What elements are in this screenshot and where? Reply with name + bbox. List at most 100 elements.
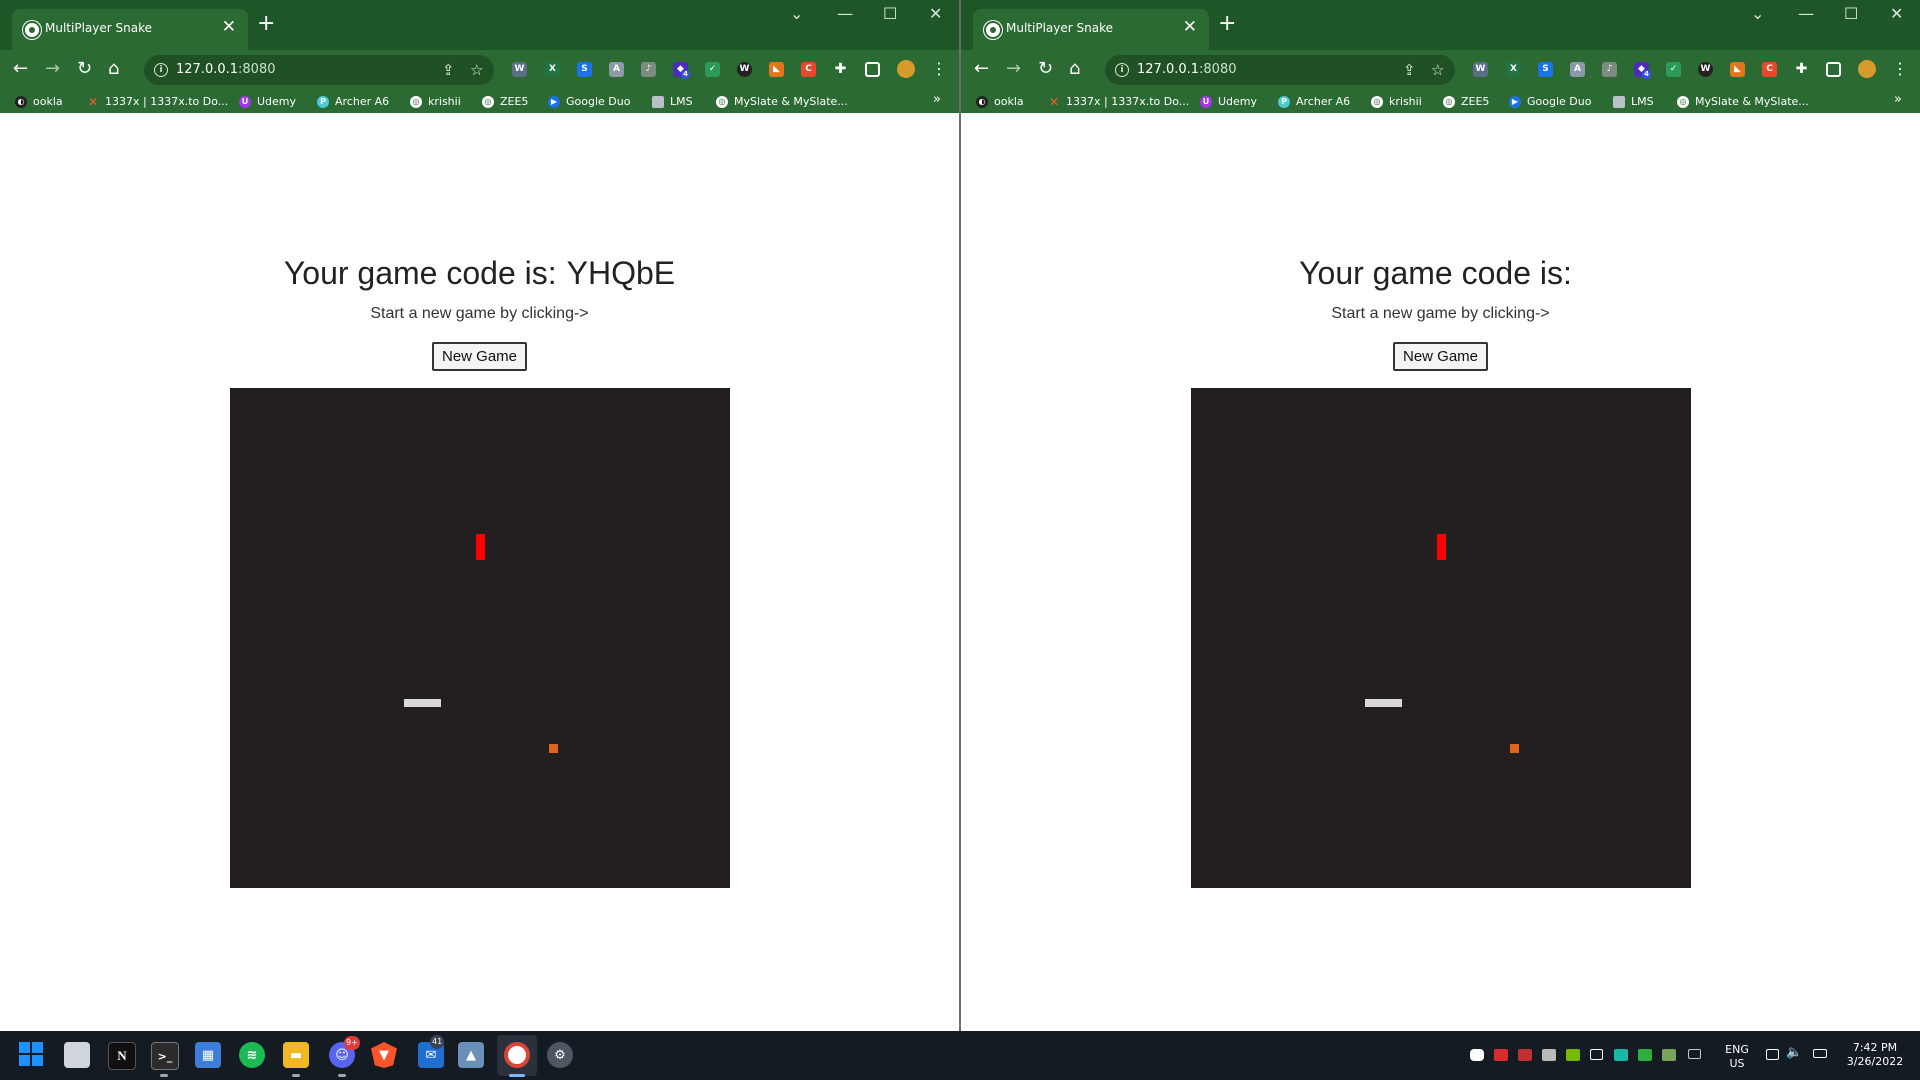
- extension-icon-4[interactable]: A: [609, 62, 624, 77]
- reload-button[interactable]: ↻: [77, 58, 92, 80]
- bookmark-archer-a6[interactable]: P Archer A6: [317, 90, 389, 113]
- terminal-icon[interactable]: >_: [151, 1042, 179, 1070]
- extension-icon-2[interactable]: X: [545, 62, 560, 77]
- tray-icon-7[interactable]: [1614, 1049, 1628, 1061]
- side-panel-icon[interactable]: [1826, 62, 1841, 77]
- photos-icon[interactable]: ▲: [458, 1042, 484, 1068]
- bookmark-krishii[interactable]: ◎ krishii: [410, 90, 461, 113]
- battery-icon[interactable]: [1813, 1049, 1827, 1058]
- site-info-icon[interactable]: i: [1115, 63, 1129, 77]
- game-canvas[interactable]: [1191, 388, 1691, 888]
- bookmark-myslate[interactable]: ◎ MySlate & MySlate...: [716, 90, 848, 113]
- minimize-button[interactable]: —: [837, 4, 853, 24]
- file-explorer-icon[interactable]: ▬: [283, 1042, 309, 1068]
- extension-icon-1[interactable]: W: [1473, 62, 1488, 77]
- discord-tray-icon[interactable]: [1470, 1049, 1484, 1061]
- reload-button[interactable]: ↻: [1038, 58, 1053, 80]
- home-button[interactable]: ⌂: [108, 58, 119, 80]
- bookmark-zee5[interactable]: ◎ ZEE5: [1443, 90, 1489, 113]
- new-game-button[interactable]: New Game: [1393, 342, 1488, 371]
- share-icon[interactable]: ⇪: [1403, 61, 1416, 79]
- task-view-icon[interactable]: [64, 1042, 90, 1068]
- puzzle-icon[interactable]: ✚: [1794, 62, 1809, 77]
- minimize-button[interactable]: —: [1798, 4, 1814, 24]
- maximize-button[interactable]: ☐: [883, 4, 897, 24]
- tab-search-chevron-icon[interactable]: ⌄: [1751, 4, 1764, 24]
- bookmark-udemy[interactable]: U Udemy: [1200, 90, 1257, 113]
- bookmark-krishii[interactable]: ◎ krishii: [1371, 90, 1422, 113]
- extension-icon-3[interactable]: S: [1538, 62, 1553, 77]
- microphone-icon[interactable]: ♪: [641, 62, 656, 77]
- more-bookmarks-icon[interactable]: »: [1894, 92, 1902, 107]
- extension-icon-6[interactable]: ◆ 4: [1634, 62, 1651, 79]
- nvidia-tray-icon[interactable]: [1566, 1049, 1580, 1061]
- forward-button[interactable]: →: [1006, 58, 1021, 80]
- bookmark-star-icon[interactable]: ☆: [470, 61, 483, 79]
- new-game-button[interactable]: New Game: [432, 342, 527, 371]
- extension-icon-1[interactable]: W: [512, 62, 527, 77]
- brave-icon[interactable]: ▼: [371, 1042, 397, 1068]
- menu-icon[interactable]: ⋮: [1892, 58, 1908, 80]
- profile-avatar[interactable]: [897, 60, 915, 78]
- tray-icon-6[interactable]: [1590, 1049, 1603, 1060]
- fox-icon[interactable]: ◣: [1730, 62, 1745, 77]
- tray-icon-8[interactable]: [1638, 1049, 1652, 1061]
- share-icon[interactable]: ⇪: [442, 61, 455, 79]
- bookmark-udemy[interactable]: U Udemy: [239, 90, 296, 113]
- bookmark-myslate[interactable]: ◎ MySlate & MySlate...: [1677, 90, 1809, 113]
- back-button[interactable]: ←: [974, 58, 989, 80]
- more-bookmarks-icon[interactable]: »: [933, 92, 941, 107]
- extension-icon-10[interactable]: C: [801, 62, 816, 77]
- antivirus-tray-icon[interactable]: [1494, 1049, 1508, 1061]
- tray-icon-9[interactable]: [1662, 1049, 1676, 1061]
- extension-icon-10[interactable]: C: [1762, 62, 1777, 77]
- bookmark-google-duo[interactable]: ▶ Google Duo: [548, 90, 630, 113]
- extension-icon-8[interactable]: W: [1698, 62, 1713, 77]
- tab-close-icon[interactable]: ✕: [1183, 17, 1197, 37]
- bookmark-archer-a6[interactable]: P Archer A6: [1278, 90, 1350, 113]
- tray-icon-4[interactable]: [1542, 1049, 1556, 1061]
- tab-multiplayer-snake[interactable]: MultiPlayer Snake ✕: [973, 9, 1209, 50]
- extension-icon-2[interactable]: X: [1506, 62, 1521, 77]
- chrome-icon[interactable]: [504, 1042, 530, 1068]
- bookmark-star-icon[interactable]: ☆: [1431, 61, 1444, 79]
- forward-button[interactable]: →: [45, 58, 60, 80]
- tab-close-icon[interactable]: ✕: [222, 17, 236, 37]
- bookmark-ookla[interactable]: ◐ ookla: [15, 90, 63, 113]
- puzzle-icon[interactable]: ✚: [833, 62, 848, 77]
- profile-avatar[interactable]: [1858, 60, 1876, 78]
- extension-icon-3[interactable]: S: [577, 62, 592, 77]
- extension-icon-8[interactable]: W: [737, 62, 752, 77]
- shield-icon[interactable]: ✓: [705, 62, 720, 77]
- maximize-button[interactable]: ☐: [1844, 4, 1858, 24]
- new-tab-button[interactable]: +: [1218, 12, 1236, 36]
- tab-search-chevron-icon[interactable]: ⌄: [790, 4, 803, 24]
- extension-icon-4[interactable]: A: [1570, 62, 1585, 77]
- bookmark-zee5[interactable]: ◎ ZEE5: [482, 90, 528, 113]
- start-windows-icon[interactable]: [19, 1042, 43, 1066]
- address-bar[interactable]: i 127.0.0.1:8080 ⇪ ☆: [144, 55, 494, 85]
- address-bar[interactable]: i 127.0.0.1:8080 ⇪ ☆: [1105, 55, 1455, 85]
- site-info-icon[interactable]: i: [154, 63, 168, 77]
- tray-icon-3[interactable]: [1518, 1049, 1532, 1061]
- store-icon[interactable]: ▦: [195, 1042, 221, 1068]
- spotify-icon[interactable]: ≋: [239, 1042, 265, 1068]
- bookmark-lms[interactable]: LMS: [1613, 90, 1654, 113]
- bookmark-lms[interactable]: LMS: [652, 90, 693, 113]
- language-indicator[interactable]: ENG US: [1722, 1043, 1752, 1071]
- network-icon[interactable]: [1766, 1049, 1779, 1060]
- game-canvas[interactable]: [230, 388, 730, 888]
- tab-multiplayer-snake[interactable]: MultiPlayer Snake ✕: [12, 9, 248, 50]
- microphone-icon[interactable]: ♪: [1602, 62, 1617, 77]
- close-window-button[interactable]: ✕: [929, 4, 942, 24]
- bookmark-1337x[interactable]: ✕ 1337x | 1337x.to Do...: [87, 90, 228, 113]
- bookmark-ookla[interactable]: ◐ ookla: [976, 90, 1024, 113]
- menu-icon[interactable]: ⋮: [931, 58, 947, 80]
- keyboard-tray-icon[interactable]: [1688, 1049, 1701, 1059]
- settings-gear-icon[interactable]: ⚙: [547, 1042, 573, 1068]
- extension-icon-6[interactable]: ◆ 4: [673, 62, 690, 79]
- notion-icon[interactable]: N: [108, 1042, 136, 1070]
- side-panel-icon[interactable]: [865, 62, 880, 77]
- back-button[interactable]: ←: [13, 58, 28, 80]
- fox-icon[interactable]: ◣: [769, 62, 784, 77]
